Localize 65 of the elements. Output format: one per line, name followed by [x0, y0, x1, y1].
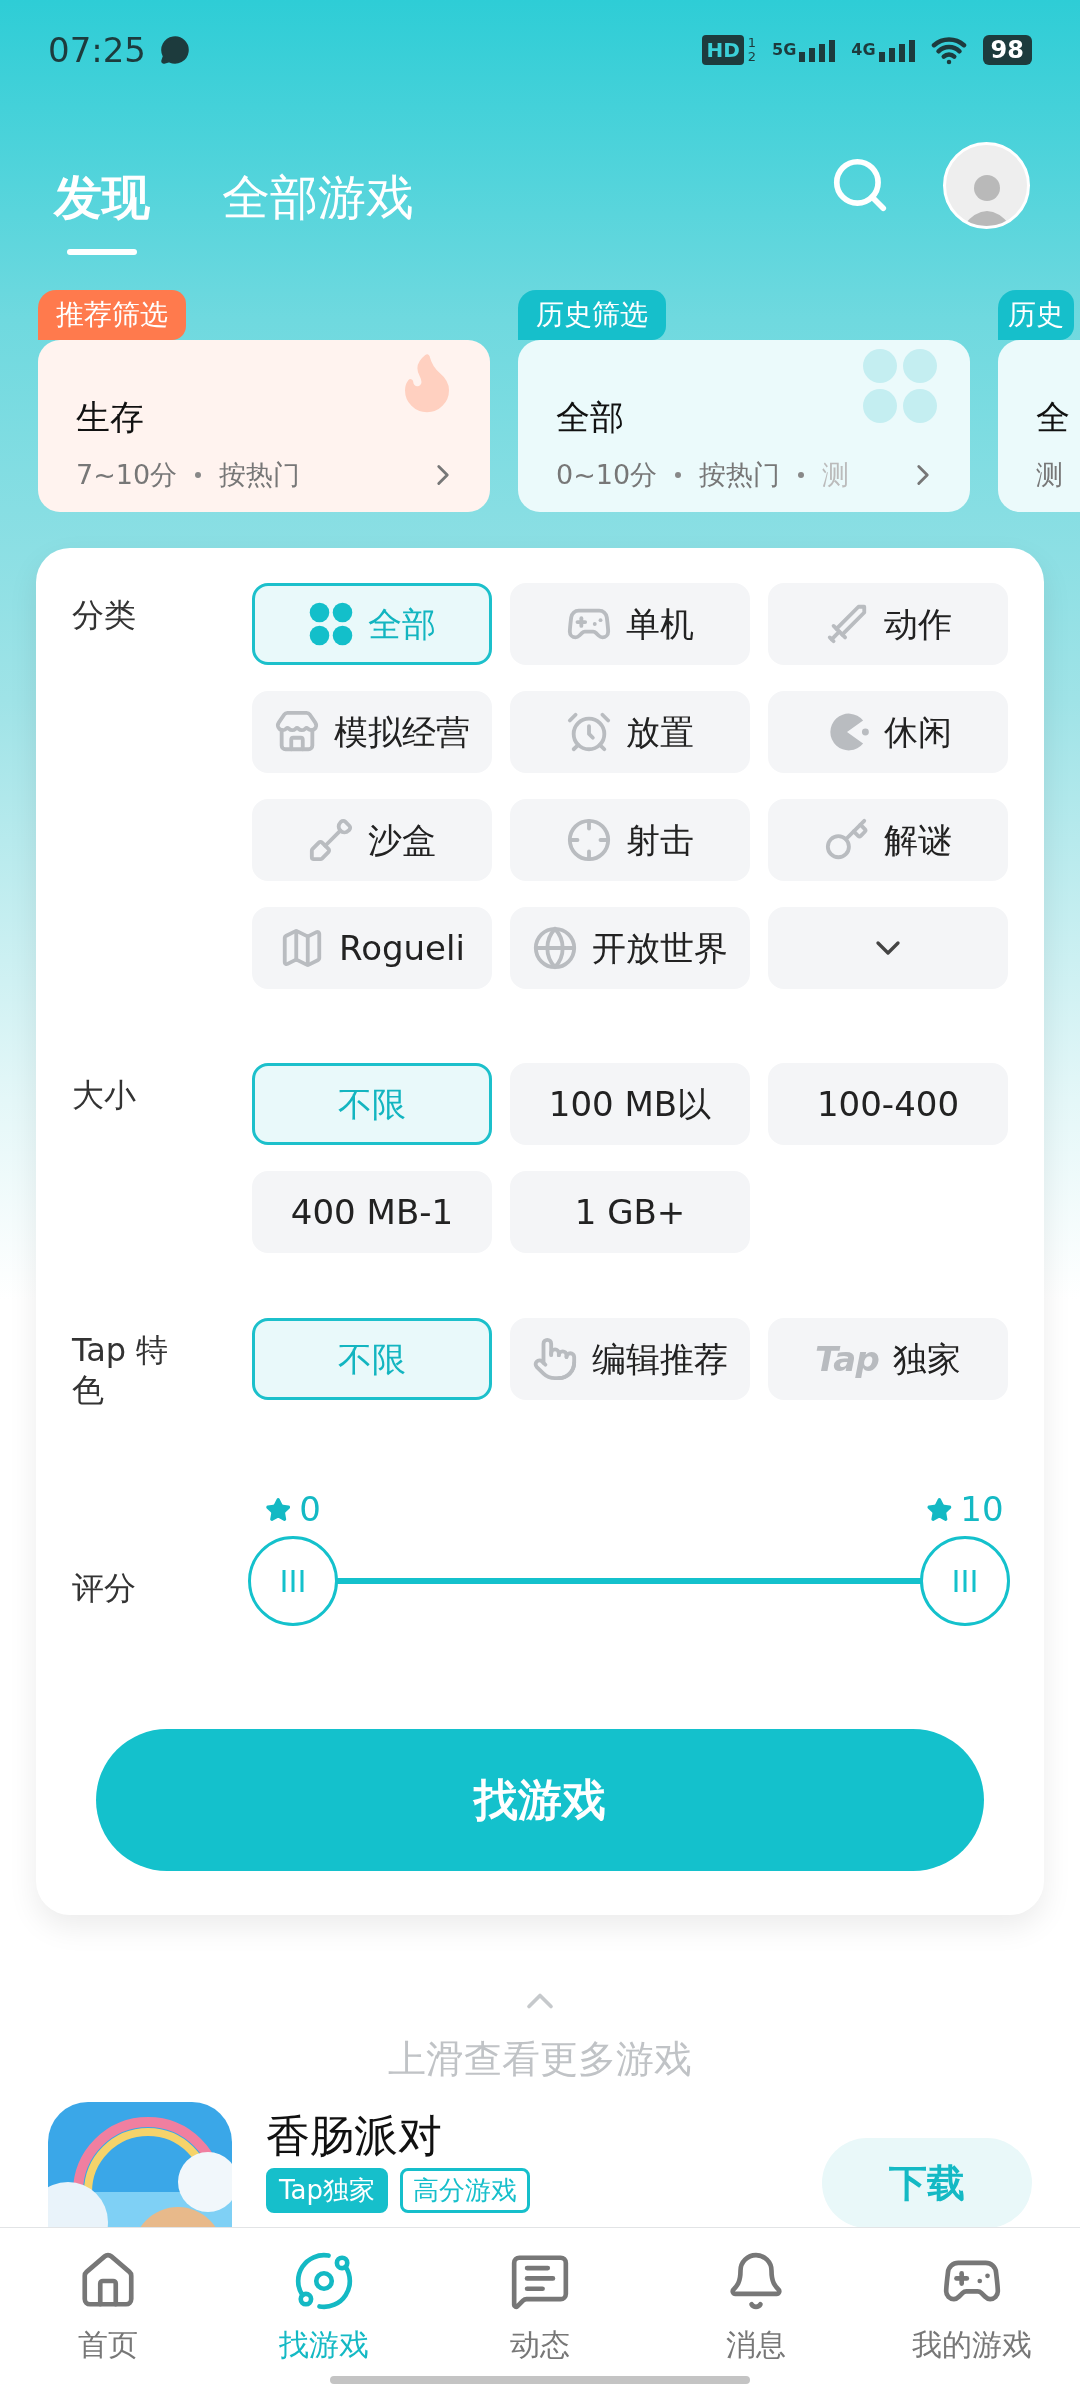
filter-label: 大小 [72, 1075, 137, 1115]
filter-chip[interactable]: 解谜 [768, 799, 1008, 881]
preset-card[interactable]: 生存 7~10分 按热门 [38, 340, 490, 512]
preset-detail: 0~10分 [556, 458, 658, 492]
filter-chip[interactable]: 100-400 [768, 1063, 1008, 1145]
battery-indicator: 98 [982, 35, 1032, 65]
signal-icon [878, 38, 915, 62]
nav-tab[interactable]: 动态 [432, 2250, 648, 2376]
filter-chip[interactable]: 放置 [510, 691, 750, 773]
shovel-icon [308, 817, 354, 863]
clock: 07:25 [48, 28, 146, 72]
nav-tab[interactable]: 消息 [648, 2250, 864, 2376]
sim-slot-number: 1 [747, 36, 757, 50]
filter-chip[interactable]: 动作 [768, 583, 1008, 665]
filter-chip[interactable]: 400 MB-1 [252, 1171, 492, 1253]
nav-tab[interactable]: 我的游戏 [864, 2250, 1080, 2376]
globe-icon [532, 925, 578, 971]
filter-chip[interactable]: Rogueli [252, 907, 492, 989]
game-tag: 高分游戏 [400, 2168, 530, 2213]
planet-icon [293, 2250, 355, 2312]
sim-slot-number: 2 [747, 50, 757, 64]
preset-detail: 按热门 [219, 458, 301, 492]
filter-chip[interactable]: 沙盒 [252, 799, 492, 881]
hd-badge: HD [702, 35, 744, 65]
preset-card[interactable]: 全 测 [998, 340, 1080, 512]
scroll-hint: 上滑查看更多游戏 [388, 2036, 692, 2083]
filter-chip[interactable]: 休闲 [768, 691, 1008, 773]
crosshair-icon [566, 817, 612, 863]
filter-chip[interactable]: Tap 独家 [768, 1318, 1008, 1400]
star-icon [926, 1496, 953, 1523]
nav-tab[interactable]: 首页 [0, 2250, 216, 2376]
grid-icon [308, 601, 354, 647]
preset-title: 全部 [556, 396, 624, 439]
grid-icon [860, 346, 940, 426]
game-name: 香肠派对 [266, 2109, 443, 2163]
tap-logo: Tap [815, 1337, 879, 1381]
signal-icon [799, 38, 836, 62]
filter-chip[interactable]: 100 MB以 [510, 1063, 750, 1145]
filter-chip[interactable]: 模拟经营 [252, 691, 492, 773]
preset-title: 生存 [76, 396, 144, 439]
preset-detail: 测 [822, 458, 850, 492]
game-tag: Tap独家 [266, 2168, 388, 2213]
preset-detail: 按热门 [699, 458, 781, 492]
network-type: 5G [772, 39, 797, 61]
preset-badge: 推荐筛选 [38, 290, 186, 340]
rating-value: 0 [299, 1488, 321, 1531]
preset-detail: 测 [1036, 458, 1063, 492]
filter-label: 评分 [72, 1569, 136, 1607]
preset-detail: 7~10分 [76, 458, 178, 492]
message-icon [160, 35, 190, 65]
filter-chip[interactable]: 单机 [510, 583, 750, 665]
filter-label: Tap 特色 [72, 1330, 170, 1410]
network-type: 4G [851, 39, 876, 61]
preset-badge: 历史 [998, 290, 1074, 340]
star-icon [265, 1496, 292, 1523]
filter-chip[interactable]: 开放世界 [510, 907, 750, 989]
preset-card[interactable]: 全部 0~10分 按热门 测 [518, 340, 970, 512]
filter-chip[interactable]: 射击 [510, 799, 750, 881]
filter-chip[interactable]: 1 GB+ [510, 1171, 750, 1253]
preset-title: 全 [1036, 396, 1070, 439]
filter-chip[interactable]: 编辑推荐 [510, 1318, 750, 1400]
filter-label: 分类 [72, 595, 137, 635]
preset-badge: 历史筛选 [518, 290, 666, 340]
rating-value: 10 [960, 1488, 1004, 1531]
pointing-hand-icon [532, 1336, 578, 1382]
